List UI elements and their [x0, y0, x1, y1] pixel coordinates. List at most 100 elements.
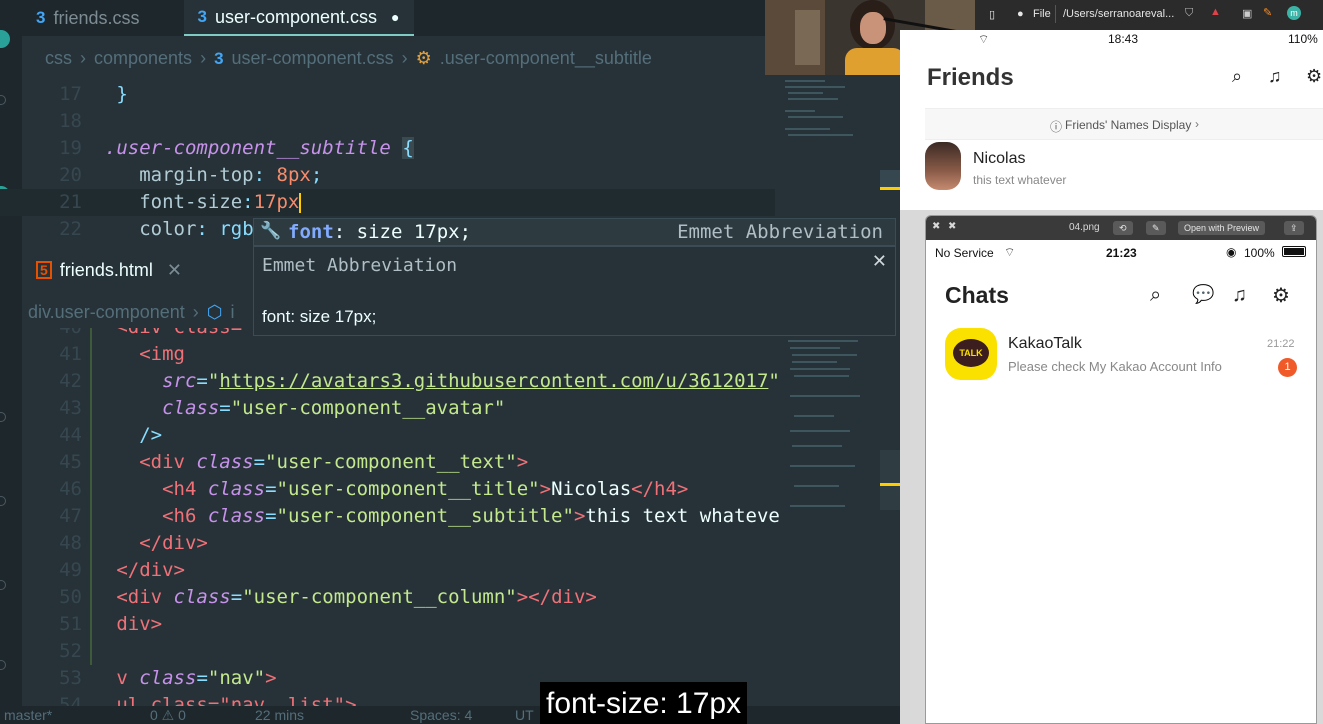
html-file-icon: 5 — [36, 261, 52, 279]
extension-indicator-icon[interactable] — [0, 30, 10, 48]
music-icon[interactable]: ♫ — [1268, 66, 1282, 87]
breadcrumb-item[interactable]: div.user-component — [28, 302, 185, 323]
url-path[interactable]: /Users/serranoareval... — [1063, 8, 1174, 20]
code-line: 44 /> — [59, 424, 163, 446]
info-icon[interactable]: ● — [1017, 8, 1024, 20]
kakaotalk-logo: TALK — [945, 328, 997, 380]
extension-icon[interactable]: ✎ — [1263, 6, 1272, 19]
breadcrumb-item[interactable]: .user-component__subtitle — [440, 48, 652, 69]
tab-label: friends.html — [59, 259, 153, 280]
markup-button[interactable]: ✎ — [1146, 221, 1166, 235]
tab-friends-html[interactable]: 5 friends.html ✕ — [22, 252, 196, 288]
breadcrumb: div.user-component › ⬡ i — [28, 302, 234, 323]
branch-label[interactable]: master* — [4, 707, 52, 723]
css-file-icon: 3 — [36, 8, 46, 27]
url-scheme: File — [1033, 8, 1051, 20]
location-icon: ◉ — [1226, 245, 1237, 259]
close-icon[interactable]: ✕ — [872, 251, 887, 272]
breadcrumb-item[interactable]: css — [45, 48, 72, 69]
friend-row[interactable]: Nicolas this text whatever — [925, 142, 1323, 198]
chat-preview: Please check My Kakao Account Info — [1008, 359, 1222, 374]
quicklook-window: ✖ ✖ 04.png ⟲ ✎ Open with Preview ⇪ No Se… — [925, 215, 1317, 724]
chevron-right-icon: › — [192, 302, 199, 322]
code-line: 17 } — [59, 83, 128, 105]
code-line-current: 21 font-size:17px — [0, 189, 775, 216]
text-cursor — [299, 192, 302, 213]
wrench-icon: 🔧 — [260, 221, 282, 241]
friend-name: Nicolas — [973, 150, 1026, 167]
gear-icon[interactable]: ⚙ — [1272, 283, 1290, 308]
detail-body: font: size 17px; — [262, 307, 377, 326]
search-icon[interactable]: ⌕ — [1232, 66, 1242, 87]
share-icon[interactable]: ⇪ — [1284, 221, 1304, 235]
suggestion-kind: Emmet Abbreviation — [677, 221, 883, 243]
open-with-preview-button[interactable]: Open with Preview — [1178, 221, 1266, 235]
close-icon[interactable]: ✕ — [167, 260, 182, 281]
url-link[interactable]: https://avatars3.githubusercontent.com/u… — [219, 370, 768, 392]
close-icon[interactable]: ✖ — [932, 221, 940, 232]
rotate-button[interactable]: ⟲ — [1113, 221, 1133, 235]
unsaved-dot-icon[interactable]: ● — [391, 9, 399, 25]
breadcrumb-item[interactable]: user-component.css — [232, 48, 394, 69]
unread-badge: 1 — [1278, 358, 1297, 377]
friends-screen: ⌔ 18:43 110% Friends ⌕ ♫ ⚙ ⓘ Friends' Na… — [900, 30, 1323, 210]
code-line: 53 v class="nav"> — [59, 667, 277, 689]
browser-toolbar: ▯ ● File /Users/serranoareval... ⛉ ▲ ▣ ✎… — [975, 0, 1323, 30]
subtitle-caption: font-size: 17px — [540, 682, 748, 724]
shield-icon[interactable]: ⛉ — [1185, 7, 1193, 20]
chat-row[interactable]: TALK KakaoTalk Please check My Kakao Acc… — [926, 328, 1316, 384]
code-line: 46 <h4 class="user-component__title">Nic… — [59, 478, 689, 500]
profile-avatar[interactable]: m — [1287, 6, 1301, 20]
tab-label: user-component.css — [214, 6, 378, 27]
music-icon[interactable]: ♫ — [1232, 284, 1247, 307]
extension-icon[interactable]: ▣ — [1242, 7, 1252, 20]
info-icon: ⓘ — [1050, 120, 1063, 134]
fullscreen-icon[interactable]: ✖ — [948, 221, 956, 232]
names-display-bar[interactable]: ⓘ Friends' Names Display › — [925, 108, 1323, 140]
code-line: 52 — [59, 640, 82, 662]
person-shirt — [845, 48, 905, 75]
problems-count[interactable]: 0 ⚠ 0 — [150, 707, 186, 724]
chat-time: 21:22 — [1267, 338, 1295, 350]
breadcrumb-item[interactable]: components — [94, 48, 192, 69]
code-line: 20 margin-top: 8px; — [59, 164, 323, 186]
tab-user-component-css[interactable]: 3 user-component.css ● — [183, 0, 414, 36]
file-name: 04.png — [1069, 222, 1100, 233]
scroll-indicator — [880, 483, 900, 486]
suggestion-list[interactable]: 🔧 font: size 17px; Emmet Abbreviation — [253, 218, 896, 246]
breadcrumb-item[interactable]: i — [230, 302, 234, 323]
chevron-right-icon: › — [200, 48, 207, 68]
code-line: 48 </div> — [59, 532, 208, 554]
css-file-icon: 3 — [214, 48, 224, 68]
cube-icon: ⬡ — [206, 302, 223, 322]
status-time: 18:43 — [1108, 32, 1139, 46]
tab-label: friends.css — [53, 7, 140, 28]
search-icon[interactable]: ⌕ — [1150, 284, 1161, 307]
time-tracker[interactable]: 22 mins — [255, 707, 304, 723]
person-face — [860, 12, 886, 44]
suggestion-item[interactable]: font: size 17px; — [288, 221, 471, 243]
battery-level: 110% — [1288, 32, 1318, 46]
tab-friends-css[interactable]: 3 friends.css — [22, 0, 154, 36]
indent-setting[interactable]: Spaces: 4 — [410, 707, 472, 723]
html-code-area[interactable]: 40 <div class="u 41 <img 42 src="https:/… — [0, 328, 780, 708]
friend-subtitle: this text whatever — [973, 173, 1067, 187]
bookmark-icon[interactable]: ▯ — [989, 8, 995, 21]
gear-icon[interactable]: ⚙ — [1306, 66, 1322, 87]
code-line: 18 — [59, 110, 82, 132]
code-line: 50 <div class="user-component__column"><… — [59, 586, 597, 608]
css-selector: .user-component__subtitle — [104, 137, 391, 159]
code-line: 22 color: rgba — [59, 218, 266, 240]
chevron-right-icon: › — [401, 48, 408, 68]
selector-icon: ⚙ — [415, 48, 432, 68]
rewards-icon[interactable]: ▲ — [1210, 6, 1221, 18]
code-editor: 3 friends.css 3 user-component.css ● css… — [0, 0, 900, 724]
status-bar: master* 0 ⚠ 0 22 mins Spaces: 4 UT — [0, 706, 900, 724]
battery-icon — [1282, 246, 1306, 257]
encoding-setting[interactable]: UT — [515, 707, 534, 723]
chats-screen: No Service ⌔ 21:23 ◉ 100% Chats ⌕ 💬 ♫ ⚙ … — [926, 240, 1316, 723]
new-chat-icon[interactable]: 💬 — [1192, 284, 1214, 305]
code-line: 47 <h6 class="user-component__subtitle">… — [59, 505, 780, 527]
code-line: 42 src="https://avatars3.githubuserconte… — [59, 370, 780, 392]
breadcrumb: css › components › 3 user-component.css … — [45, 48, 652, 69]
